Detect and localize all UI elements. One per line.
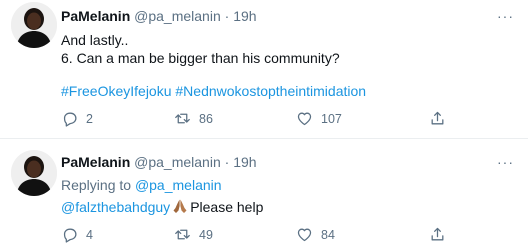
replying-to-label: Replying to [61, 177, 132, 193]
share-button[interactable] [429, 226, 446, 243]
tweet-text: And lastly.. 6. Can a man be bigger than… [61, 31, 340, 67]
hashtag-link[interactable]: #Nednwokostoptheintimidation [175, 83, 366, 99]
reply-button[interactable]: 2 [61, 110, 93, 127]
heart-icon [297, 228, 312, 242]
reply-button[interactable]: 4 [61, 226, 93, 243]
reply-icon [63, 228, 77, 243]
like-count: 84 [321, 227, 335, 242]
retweet-button[interactable]: 86 [174, 110, 213, 127]
reply-count: 2 [86, 111, 93, 126]
display-name[interactable]: PaMelanin [61, 8, 130, 24]
heart-icon [297, 112, 312, 126]
display-name[interactable]: PaMelanin [61, 154, 130, 170]
avatar[interactable] [11, 2, 57, 48]
share-button[interactable] [429, 110, 446, 127]
retweet-count: 49 [199, 227, 213, 242]
tweet-header: PaMelanin @pa_melanin · 19h [61, 154, 257, 170]
mention-link[interactable]: @falzthebahdguy [61, 199, 170, 215]
tweet-text-content: Please help [190, 199, 264, 215]
timestamp[interactable]: 19h [233, 154, 256, 170]
tweet-text: @falzthebahdguy Please help [61, 198, 263, 217]
more-options-icon[interactable]: ··· [497, 8, 514, 24]
separator-dot: · [224, 8, 230, 24]
like-button[interactable]: 107 [296, 110, 342, 127]
like-count: 107 [321, 111, 342, 126]
hashtags: #FreeOkeyIfejoku #Nednwokostoptheintimid… [61, 83, 366, 99]
retweet-icon [175, 229, 190, 240]
share-icon [431, 227, 444, 241]
replying-to-mention[interactable]: @pa_melanin [135, 177, 222, 193]
tweet-header: PaMelanin @pa_melanin · 19h [61, 8, 257, 24]
user-handle[interactable]: @pa_melanin [134, 8, 221, 24]
more-options-icon[interactable]: ··· [497, 154, 514, 170]
retweet-count: 86 [199, 111, 213, 126]
tweet-1[interactable]: PaMelanin @pa_melanin · 19h ··· And last… [0, 0, 528, 139]
retweet-icon [175, 113, 190, 124]
tweet-text-line: And lastly.. [61, 32, 129, 48]
like-button[interactable]: 84 [296, 226, 335, 243]
replying-to: Replying to @pa_melanin [61, 177, 222, 193]
tweet-text-line: 6. Can a man be bigger than his communit… [61, 50, 340, 66]
hashtag-link[interactable]: #FreeOkeyIfejoku [61, 83, 172, 99]
separator-dot: · [224, 154, 230, 170]
share-icon [431, 111, 444, 125]
tweet-actions: 2 86 107 [61, 110, 521, 130]
tweet-actions: 4 49 84 [61, 226, 521, 246]
user-handle[interactable]: @pa_melanin [134, 154, 221, 170]
reply-count: 4 [86, 227, 93, 242]
folded-hands-emoji [172, 198, 188, 217]
reply-icon [63, 112, 77, 127]
tweet-2[interactable]: PaMelanin @pa_melanin · 19h ··· Replying… [0, 140, 528, 251]
avatar[interactable] [11, 150, 57, 196]
timestamp[interactable]: 19h [233, 8, 256, 24]
retweet-button[interactable]: 49 [174, 226, 213, 243]
